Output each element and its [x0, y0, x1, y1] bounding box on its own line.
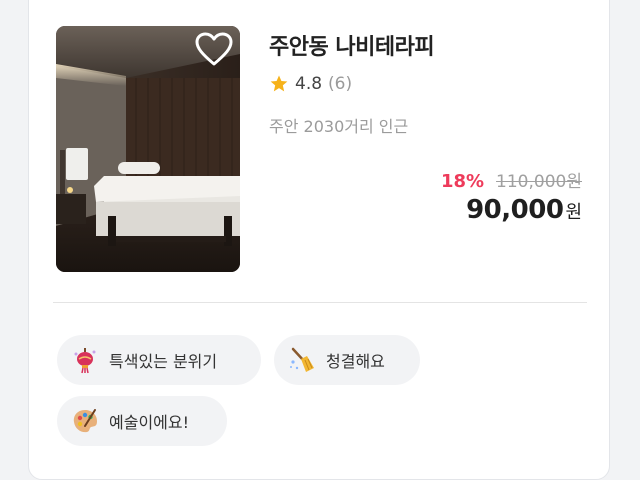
- location-text: 주안 2030거리 인근: [269, 117, 409, 136]
- favorite-heart-icon[interactable]: [194, 32, 234, 68]
- rating-value: 4.8: [295, 74, 323, 94]
- lantern-icon: [74, 348, 96, 374]
- tag-label: 특색있는 분위기: [109, 352, 218, 371]
- star-icon: [270, 75, 288, 92]
- review-count: (6): [328, 74, 353, 94]
- rating-row: 4.8 (6): [269, 73, 352, 95]
- divider: [53, 302, 587, 303]
- palette-icon: [73, 409, 97, 433]
- price-row: 90,000 원: [466, 195, 582, 225]
- original-price: 110,000원: [496, 172, 582, 192]
- tag-chip-atmosphere[interactable]: 특색있는 분위기: [57, 335, 261, 385]
- discount-rate: 18%: [440, 171, 485, 192]
- listing-photo[interactable]: [56, 26, 240, 272]
- tag-label: 예술이에요!: [109, 413, 190, 432]
- listing-card[interactable]: 주안동 나비테라피 4.8 (6) 주안 2030거리 인근 18% 110,0…: [28, 0, 610, 480]
- tag-chip-artistic[interactable]: 예술이에요!: [57, 396, 227, 446]
- price-currency: 원: [565, 202, 582, 223]
- tag-label: 청결해요: [326, 352, 385, 371]
- tag-chip-clean[interactable]: 청결해요: [274, 335, 420, 385]
- discount-row: 18% 110,000원: [441, 167, 582, 192]
- broom-icon: [290, 347, 314, 372]
- sale-price: 90,000: [466, 195, 564, 225]
- listing-title[interactable]: 주안동 나비테라피: [269, 29, 435, 61]
